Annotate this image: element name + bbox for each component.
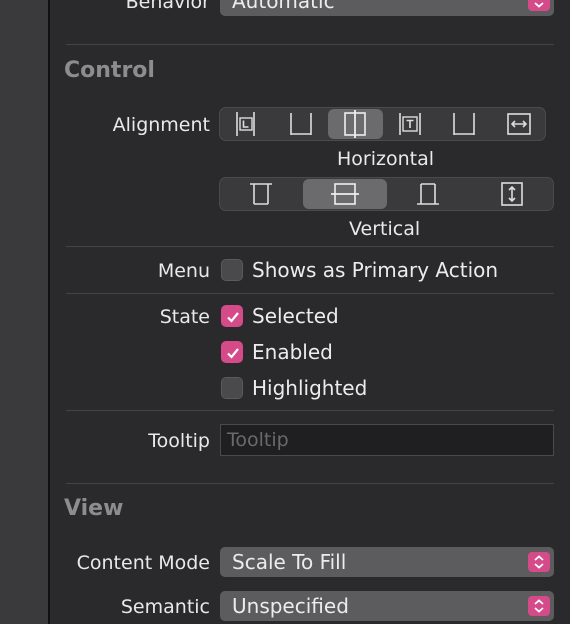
divider bbox=[66, 410, 554, 411]
align-left-icon bbox=[289, 113, 312, 135]
semantic-label: Semantic bbox=[120, 596, 210, 618]
valign-top-button[interactable] bbox=[219, 177, 303, 211]
chevron-updown-icon bbox=[528, 0, 550, 11]
selected-checkbox[interactable] bbox=[221, 305, 243, 327]
valign-top-icon bbox=[249, 183, 272, 205]
vertical-caption: Vertical bbox=[349, 218, 421, 240]
content-mode-value: Scale To Fill bbox=[232, 550, 347, 574]
valign-bottom-button[interactable] bbox=[387, 177, 471, 211]
sidebar-divider bbox=[48, 0, 50, 624]
enabled-label: Enabled bbox=[252, 340, 333, 364]
align-right-icon bbox=[453, 113, 476, 135]
align-center-icon bbox=[344, 110, 367, 138]
valign-center-icon bbox=[330, 183, 359, 205]
tooltip-label: Tooltip bbox=[148, 430, 210, 452]
menu-primary-action-checkbox[interactable] bbox=[221, 259, 243, 281]
checkmark-icon bbox=[227, 348, 239, 359]
left-sidebar bbox=[0, 0, 48, 624]
align-center-button[interactable] bbox=[328, 109, 383, 139]
enabled-checkbox[interactable] bbox=[221, 341, 243, 363]
semantic-value: Unspecified bbox=[232, 594, 349, 618]
align-leading-icon bbox=[236, 112, 256, 136]
valign-center-button[interactable] bbox=[302, 179, 387, 209]
divider bbox=[66, 44, 554, 45]
content-mode-popup[interactable]: Scale To Fill bbox=[220, 547, 554, 577]
chevron-updown-icon bbox=[528, 596, 550, 616]
horizontal-fill-icon bbox=[506, 113, 531, 135]
vertical-fill-icon bbox=[501, 182, 523, 206]
behavior-value: Automatic bbox=[232, 0, 335, 13]
selected-label: Selected bbox=[252, 304, 339, 328]
align-left-button[interactable] bbox=[274, 107, 329, 141]
horizontal-caption: Horizontal bbox=[337, 148, 435, 170]
divider bbox=[66, 483, 554, 484]
align-fill-button[interactable] bbox=[492, 107, 547, 141]
divider bbox=[66, 293, 554, 294]
highlighted-label: Highlighted bbox=[252, 376, 368, 400]
horizontal-alignment-control bbox=[219, 107, 546, 141]
valign-bottom-icon bbox=[417, 183, 440, 205]
semantic-popup[interactable]: Unspecified bbox=[220, 591, 554, 621]
alignment-label: Alignment bbox=[112, 114, 210, 136]
vertical-alignment-control bbox=[219, 177, 554, 211]
checkmark-icon bbox=[227, 312, 239, 323]
align-top-text-icon bbox=[398, 113, 421, 135]
section-title-view: View bbox=[64, 496, 124, 521]
menu-label: Menu bbox=[157, 260, 210, 282]
tooltip-placeholder: Tooltip bbox=[227, 429, 289, 451]
state-label: State bbox=[159, 306, 210, 328]
align-top-button[interactable] bbox=[383, 107, 438, 141]
align-leading-button[interactable] bbox=[219, 107, 274, 141]
highlighted-checkbox[interactable] bbox=[221, 377, 243, 399]
divider bbox=[66, 246, 554, 247]
behavior-label: Behavior bbox=[125, 0, 210, 13]
tooltip-field[interactable]: Tooltip bbox=[220, 424, 554, 456]
content-mode-label: Content Mode bbox=[76, 552, 210, 574]
valign-fill-button[interactable] bbox=[470, 177, 554, 211]
section-title-control: Control bbox=[64, 58, 155, 83]
chevron-updown-icon bbox=[528, 552, 550, 572]
align-right-button[interactable] bbox=[437, 107, 492, 141]
menu-primary-action-label: Shows as Primary Action bbox=[252, 258, 499, 282]
behavior-popup[interactable]: Automatic bbox=[220, 0, 554, 16]
